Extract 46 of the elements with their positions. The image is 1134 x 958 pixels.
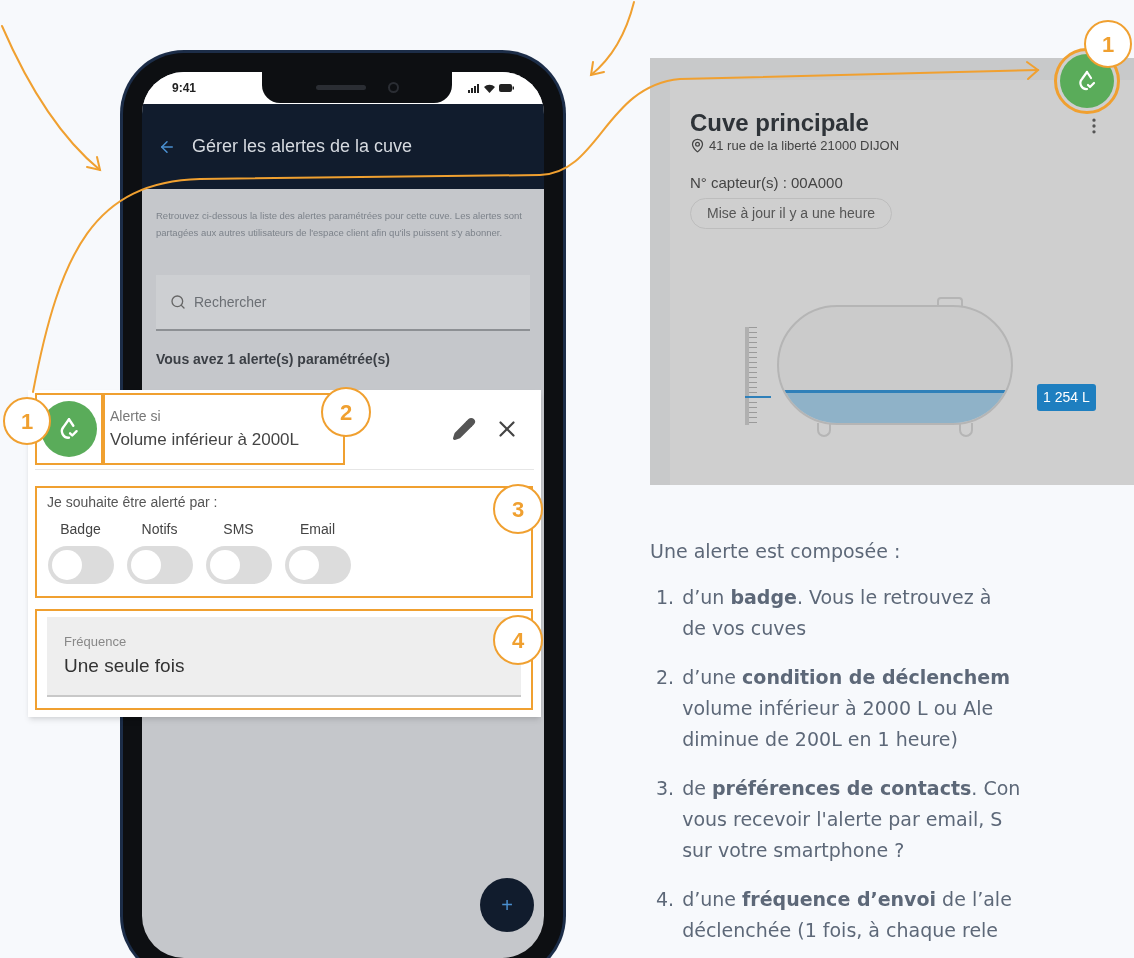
callout-number: 2 [321,387,371,437]
search-icon [170,294,186,310]
location-pin-icon [690,138,705,154]
callout-number: 3 [493,484,543,534]
edit-icon[interactable] [452,417,476,441]
channel-label: Notifs [141,520,178,539]
list-text: de préférences de contacts. Con [682,775,1021,801]
wifi-icon [484,83,495,93]
toggle-switch[interactable] [284,546,351,584]
header-title: Gérer les alertes de la cuve [192,135,413,158]
battery-icon [499,84,514,92]
condition-value: Volume inférieur à 2000L [110,428,301,451]
tank-address: 41 rue de la liberté 21000 DIJON [709,137,900,155]
add-button[interactable]: + [480,878,534,932]
contacts-label: Je souhaite être alerté par : [47,493,218,512]
channel-label: Badge [60,520,101,539]
alert-count: Vous avez 1 alerte(s) paramétrée(s) [156,350,391,369]
callout-number: 1 [3,397,51,445]
list-number: 2. [656,664,675,690]
intro-text: Retrouvez ci-dessous la liste des alertes paramétrées pour cette cuve. Les alertes sont partagées aux autres utilisateurs de l'espace client afin qu'ils puissent s'y abonner. [156,209,523,240]
toggle-switch[interactable] [126,546,193,584]
signal-icon [468,83,480,93]
list-number: 1. [656,584,675,610]
list-text: diminue de 200L en 1 heure) [682,726,959,752]
status-time: 9:41 [172,80,197,97]
explanation-intro: Une alerte est composée : [650,539,902,564]
list-text: sur votre smartphone ? [682,837,906,863]
list-number: 4. [656,886,675,912]
list-number: 3. [656,775,675,801]
list-text: déclenchée (1 fois, à chaque rele [682,917,1000,943]
volume-label: 1 254 L [1037,384,1096,411]
toggle-switch[interactable] [205,546,272,584]
list-text: d’une fréquence d’envoi de l’ale [682,886,1012,912]
list-text: volume inférieur à 2000 L ou Ale [682,695,995,721]
channel-label: Email [300,520,335,539]
channel-label: SMS [223,520,254,539]
list-text: d’un badge. Vous le retrouvez à [682,584,992,610]
list-text: de vos cuves [682,615,808,641]
list-text: vous recevoir l'alerte par email, S [682,806,1004,832]
tank-title: Cuve principale [690,110,869,136]
condition-label: Alerte si [110,406,162,426]
sensor-number: N° capteur(s) : 00A000 [690,172,844,193]
list-text: d’une condition de déclenchem [682,664,1011,690]
callout-number: 1 [1084,20,1132,68]
toggle-switch[interactable] [47,546,114,584]
search-field[interactable]: Rechercher [156,275,530,331]
